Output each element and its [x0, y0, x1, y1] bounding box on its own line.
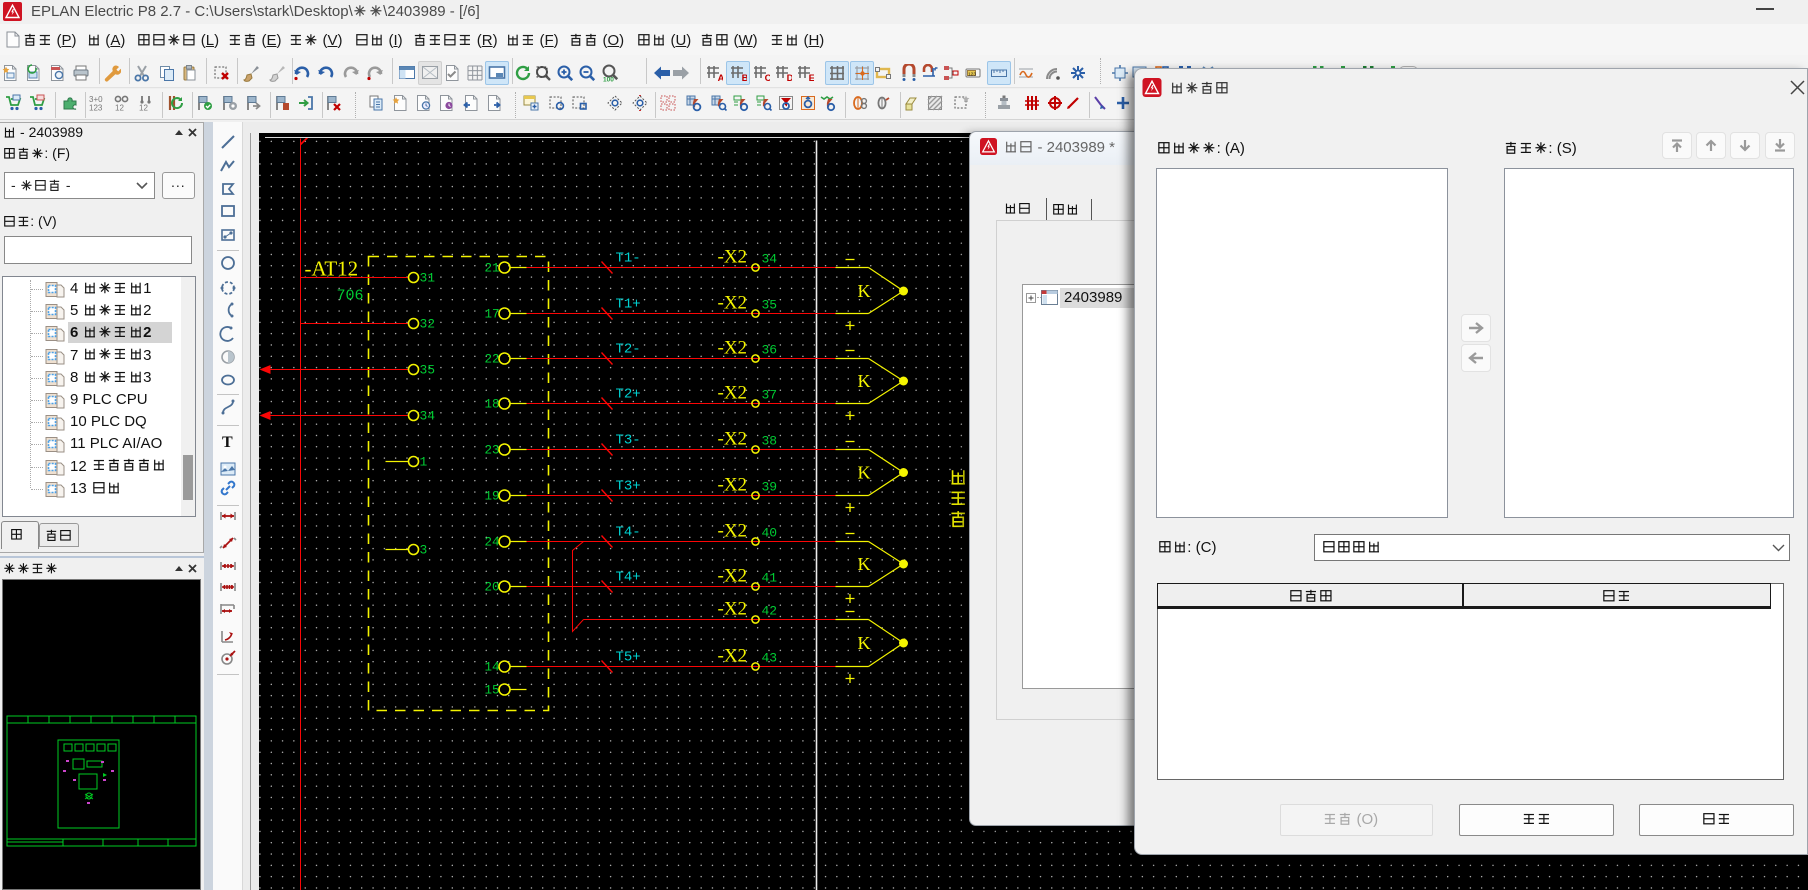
svg-text:34: 34: [420, 409, 436, 424]
svg-text:18: 18: [484, 398, 499, 412]
svg-text:T4-: T4-: [616, 525, 641, 541]
svg-text:123: 123: [968, 71, 976, 77]
svg-text:-X2: -X2: [718, 599, 748, 620]
svg-text:-X2: -X2: [718, 521, 748, 542]
svg-text:35: 35: [420, 363, 436, 378]
svg-text:-X2: -X2: [718, 247, 748, 268]
svg-text:21: 21: [484, 262, 499, 276]
svg-text:39: 39: [762, 480, 778, 495]
svg-text:A: A: [718, 73, 723, 82]
svg-text:C: C: [765, 73, 770, 82]
svg-text:-X2: -X2: [718, 566, 748, 587]
svg-text:T1+: T1+: [616, 297, 641, 313]
svg-text:36: 36: [762, 343, 778, 358]
svg-text:24: 24: [484, 536, 499, 550]
svg-text:22: 22: [484, 353, 499, 367]
svg-text:-X2: -X2: [718, 429, 748, 450]
svg-text:T: T: [222, 434, 233, 450]
svg-text:K: K: [858, 554, 871, 574]
svg-text:B: B: [742, 73, 747, 82]
svg-text:37: 37: [762, 388, 778, 403]
svg-text:K: K: [858, 633, 871, 653]
svg-text:17: 17: [484, 308, 499, 322]
svg-text:35: 35: [762, 298, 778, 313]
svg-text:19: 19: [484, 490, 499, 504]
svg-text:40: 40: [762, 526, 778, 541]
svg-text:12: 12: [115, 104, 124, 113]
svg-text:12: 12: [139, 104, 148, 113]
svg-text:T1-: T1-: [616, 251, 641, 267]
svg-text:-X2: -X2: [718, 646, 748, 667]
svg-text:D: D: [787, 73, 792, 82]
svg-text:20: 20: [484, 581, 499, 595]
svg-text:T2-: T2-: [616, 342, 641, 358]
svg-text:32: 32: [420, 317, 436, 332]
svg-text:14: 14: [484, 661, 499, 675]
svg-text:706: 706: [337, 288, 364, 305]
svg-text:34: 34: [762, 252, 778, 267]
svg-text:31: 31: [420, 271, 436, 286]
svg-text:23: 23: [484, 444, 499, 458]
svg-text:123: 123: [89, 104, 103, 113]
svg-text:-X2: -X2: [718, 293, 748, 314]
svg-text:-X2: -X2: [718, 338, 748, 359]
svg-text:38: 38: [762, 434, 778, 449]
svg-text:-X2: -X2: [718, 475, 748, 496]
svg-text:1: 1: [420, 455, 428, 470]
svg-text:T2+: T2+: [616, 387, 641, 403]
svg-text:E: E: [809, 73, 814, 82]
svg-text:T3+: T3+: [616, 479, 641, 495]
svg-text:K: K: [858, 371, 871, 391]
svg-text:43: 43: [762, 651, 778, 666]
svg-text:3: 3: [420, 543, 428, 558]
svg-text:41: 41: [762, 571, 778, 586]
svg-text:K: K: [858, 281, 871, 301]
svg-text:15: 15: [484, 684, 499, 698]
svg-text:100: 100: [603, 77, 614, 83]
svg-text:T4+: T4+: [616, 570, 641, 586]
svg-text:42: 42: [762, 604, 778, 619]
svg-text:-AT12: -AT12: [305, 257, 359, 281]
svg-text:K: K: [858, 463, 871, 483]
svg-text:T3-: T3-: [616, 433, 641, 449]
svg-text:-X2: -X2: [718, 383, 748, 404]
svg-text:T5+: T5+: [616, 650, 641, 666]
